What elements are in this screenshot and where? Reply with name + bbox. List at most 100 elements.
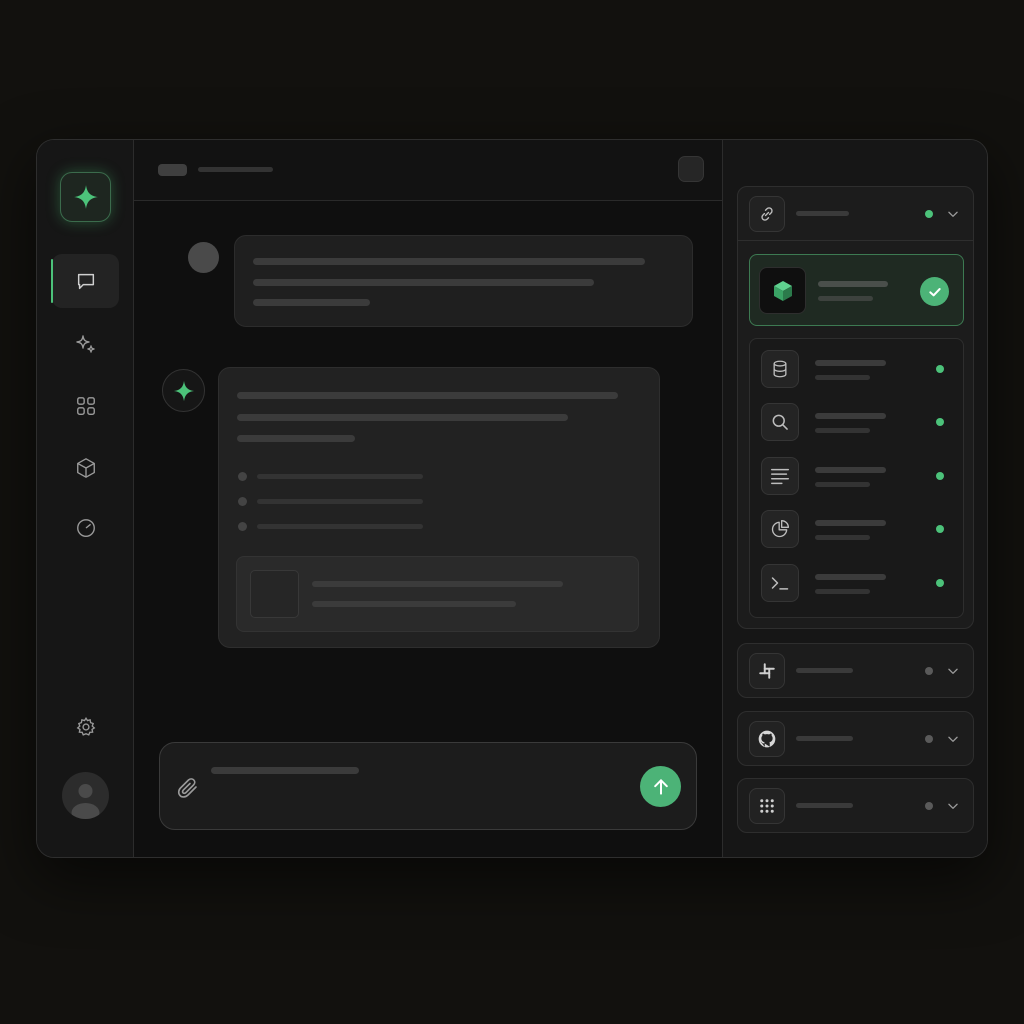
group-icon-box [749, 721, 785, 757]
sparkle-icon [73, 185, 98, 209]
tool-list [749, 338, 964, 618]
paperclip-icon[interactable] [176, 776, 200, 800]
list-item [257, 499, 423, 504]
tool-title [815, 413, 886, 419]
tool-icon-box [761, 564, 799, 602]
chevron-down-icon[interactable] [946, 799, 960, 813]
chat-main [134, 140, 722, 857]
tool-icon-box [761, 350, 799, 388]
status-dot-connected [936, 525, 944, 533]
tool-row-analytics[interactable] [750, 504, 963, 554]
tool-subtitle [815, 482, 870, 487]
list-item [257, 524, 423, 529]
sparkles-icon [75, 335, 95, 353]
tool-title [815, 467, 886, 473]
text-line [253, 299, 370, 306]
sparkle-icon [173, 380, 194, 401]
cube-icon [76, 458, 95, 478]
text-line [253, 279, 594, 286]
check-icon [928, 287, 941, 296]
sidebar-item-chat[interactable] [51, 254, 119, 308]
app-logo[interactable] [60, 172, 111, 222]
green-cube-icon [773, 280, 792, 301]
header-title-placeholder [198, 167, 273, 172]
grid-icon [76, 397, 95, 415]
tool-row-text[interactable] [750, 451, 963, 501]
tool-subtitle [815, 535, 870, 540]
sidebar-item-history[interactable] [52, 501, 119, 555]
status-dot-disconnected [925, 802, 933, 810]
group-title [796, 736, 853, 741]
tool-icon-box [761, 403, 799, 441]
connection-group-github[interactable] [737, 711, 974, 766]
group-title [796, 668, 853, 673]
chat-bubble-icon [77, 273, 94, 290]
selected-check [920, 277, 949, 306]
user-avatar-icon [71, 784, 100, 819]
text-line [312, 601, 516, 607]
arrow-up-icon [653, 778, 668, 795]
tool-subtitle [815, 589, 870, 594]
cube-tile [759, 267, 806, 314]
user-avatar[interactable] [62, 772, 109, 819]
settings-button[interactable] [52, 700, 119, 754]
message-composer[interactable] [159, 742, 697, 830]
bullet [238, 497, 247, 506]
selected-connection-card[interactable] [749, 254, 964, 326]
status-dot-connected [936, 579, 944, 587]
sidebar-rail [37, 140, 134, 857]
sidebar-item-sparkles[interactable] [52, 318, 119, 372]
text-line [237, 392, 618, 399]
tool-icon-box [761, 457, 799, 495]
bullet [238, 522, 247, 531]
status-dot-connected [925, 210, 933, 218]
pie-chart-icon [771, 520, 789, 538]
gear-icon [76, 717, 95, 736]
composer-input-text[interactable] [211, 767, 359, 774]
tool-subtitle [815, 375, 870, 380]
tool-row-search[interactable] [750, 397, 963, 447]
user-message-avatar [188, 242, 219, 273]
attachment-thumbnail [250, 570, 299, 618]
assistant-avatar [162, 369, 205, 412]
group-title [796, 803, 853, 808]
status-dot-connected [936, 418, 944, 426]
tool-subtitle [815, 428, 870, 433]
chevron-down-icon[interactable] [946, 207, 960, 221]
tool-row-database[interactable] [750, 344, 963, 394]
connection-group-slack[interactable] [737, 643, 974, 698]
assistant-message-bubble [218, 367, 660, 648]
connection-group-apps[interactable] [737, 778, 974, 833]
sidebar-item-models[interactable] [52, 441, 119, 495]
text-line [237, 435, 355, 442]
status-dot-connected [936, 472, 944, 480]
tool-icon-box [761, 510, 799, 548]
status-dot-disconnected [925, 735, 933, 743]
text-lines-icon [771, 468, 789, 485]
sidebar-item-apps[interactable] [52, 379, 119, 433]
send-button[interactable] [640, 766, 681, 807]
connection-group-links [737, 186, 974, 629]
group-icon-box [749, 653, 785, 689]
group-icon-box [749, 788, 785, 824]
tool-title [815, 520, 886, 526]
card-subtitle [818, 296, 873, 301]
header-action-button[interactable] [678, 156, 704, 182]
clock-icon [76, 519, 95, 537]
search-icon [772, 414, 788, 430]
chevron-down-icon[interactable] [946, 732, 960, 746]
attachment-card[interactable] [236, 556, 639, 632]
slack-icon [759, 663, 775, 679]
tool-row-terminal[interactable] [750, 558, 963, 608]
tool-title [815, 360, 886, 366]
header-badge [158, 164, 187, 176]
group-title [796, 211, 849, 216]
group-header[interactable] [738, 187, 973, 241]
chevron-down-icon[interactable] [946, 664, 960, 678]
bullet [238, 472, 247, 481]
status-dot-disconnected [925, 667, 933, 675]
tool-title [815, 574, 886, 580]
database-icon [773, 360, 787, 378]
dots-grid-icon [760, 799, 774, 813]
text-line [237, 414, 568, 421]
